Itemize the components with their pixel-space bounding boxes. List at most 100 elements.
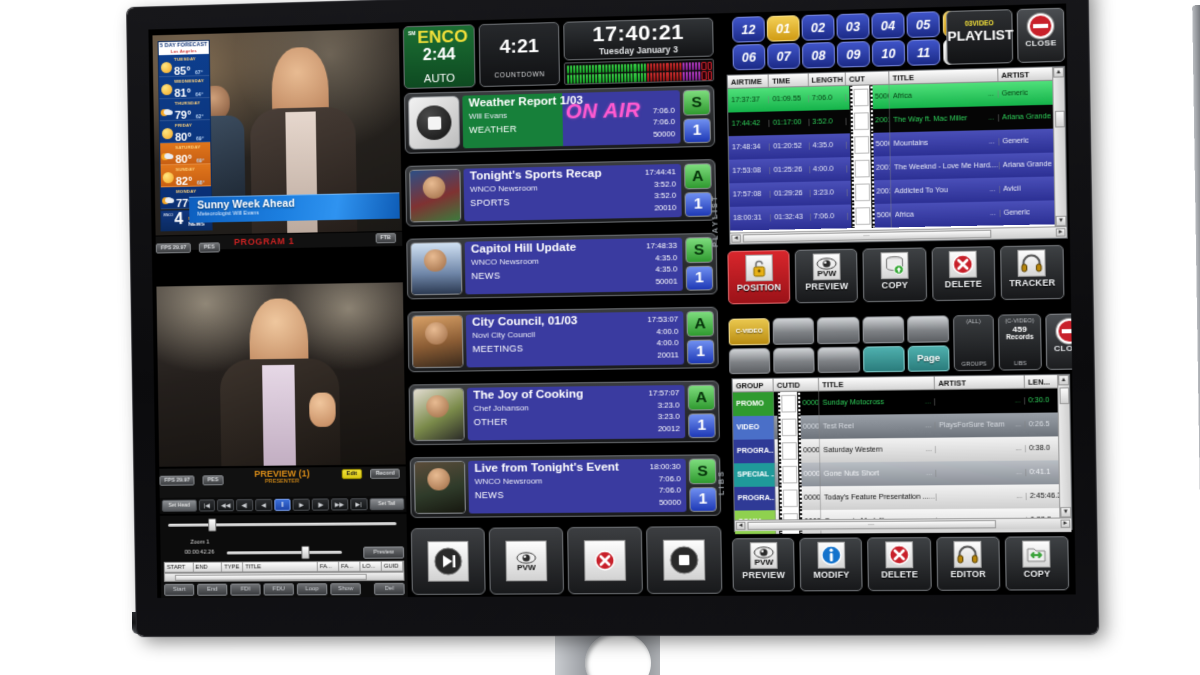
records-button[interactable]: (C-VIDEO) 459 Records LIBS [997,313,1042,371]
transport-controls[interactable]: Set Head |◀ ◀◀ ◀| ◀ || ▶ |▶ ▶▶ ▶| Set Tail [159,495,407,514]
scroll-right-arrow[interactable]: ► [1055,228,1066,237]
record-button[interactable]: Record [370,468,400,479]
transport-button-1[interactable]: |◀ [198,499,216,512]
item-side-buttons[interactable]: A1 [684,163,713,218]
editor-button-show[interactable]: Show [330,583,361,596]
rundown-item[interactable]: City Council, 01/03 Novi City Council MEET… [407,306,719,373]
item-status-button[interactable]: A [684,163,712,189]
editor-col-header[interactable]: FA... [317,561,340,572]
hour-button-10[interactable]: 10 [871,40,906,67]
preview-video-monitor[interactable] [156,282,406,467]
hour-button-04[interactable]: 04 [871,12,905,39]
transport-button-2[interactable]: ◀◀ [217,499,235,512]
zoom-slider-track[interactable] [226,550,342,555]
center-button-delete-x[interactable] [567,526,643,595]
item-channel-button[interactable]: 1 [686,338,715,365]
tracker-button[interactable]: TRACKER [999,244,1065,301]
lib-scroll-right-arrow[interactable]: ► [1060,519,1071,528]
transport-button-3[interactable]: ◀| [236,499,254,512]
program-video-monitor[interactable]: 5 DAY FORECAST Los Angeles TUESDAY 85° 67… [152,28,403,236]
library-row[interactable]: PROGRA... 00005 Today's Feature Presentati… [734,484,1072,511]
library-col-artist[interactable]: ARTIST [934,375,1025,390]
copy-button[interactable]: COPY [862,247,927,303]
lib-scroll-down-arrow[interactable]: ▼ [1060,507,1072,518]
category-pad-1[interactable] [772,317,815,345]
lib-scroll-up-arrow[interactable]: ▲ [1058,374,1070,386]
item-thumbnail[interactable] [409,168,462,223]
item-body[interactable]: City Council, 01/03 Novi City Council MEET… [465,311,685,368]
item-channel-button[interactable]: 1 [683,117,711,144]
category-pad-3[interactable] [862,316,905,343]
transport-button-5[interactable]: || [273,498,292,511]
editor-col-header[interactable]: TYPE [222,562,244,572]
lib-delete-button[interactable]: DELETE [867,537,932,592]
scroll-down-arrow[interactable]: ▼ [1055,215,1067,227]
category-pad-9[interactable]: Page [907,344,950,372]
editor-col-header[interactable]: LO... [360,561,382,571]
hscroll-thumb[interactable]: ⋯ [742,229,992,243]
item-side-buttons[interactable]: S1 [685,236,714,291]
lib-scroll-left-arrow[interactable]: ◄ [735,521,746,531]
scrub-slider-track[interactable] [168,522,397,527]
lib-modify-button[interactable]: MODIFY [799,537,864,592]
library-col-group[interactable]: GROUP [732,378,774,392]
hour-button-02[interactable]: 02 [801,14,835,41]
center-bottom-buttons[interactable]: PVW [410,526,723,595]
item-thumbnail[interactable] [411,314,464,369]
item-status-button[interactable]: S [685,236,713,263]
lib-editor-button[interactable]: EDITOR [935,536,1001,591]
hour-button-01[interactable]: 01 [766,15,800,42]
editor-col-header[interactable]: GUID [381,561,404,571]
close-playlist-button[interactable]: CLOSE [1016,7,1065,63]
transport-button-0[interactable]: Set Head [161,499,197,512]
editor-col-header[interactable]: START [164,562,194,572]
playlist-col-length[interactable]: LENGTH [808,72,847,86]
rundown-item[interactable]: The Joy of Cooking Chef Johanson OTHER 17:5… [408,380,720,446]
editor-col-header[interactable]: FA... [338,561,361,572]
playlist-grid[interactable]: AIRTIME TIME LENGTH CUT TITLE ARTIST 17:37:37… [726,65,1068,245]
center-button-skip-next[interactable] [410,527,486,595]
playlist-col-time[interactable]: TIME [768,73,809,87]
item-side-buttons[interactable]: A1 [686,310,715,365]
playlist-col-cut[interactable]: CUT [845,71,890,85]
scroll-thumb[interactable] [1054,110,1065,128]
item-status-button[interactable]: S [682,89,711,116]
hour-selector[interactable]: 120102030405060708091011ampm [731,8,1065,73]
category-pad-grid[interactable]: C-VIDEO Page [728,315,950,375]
library-row[interactable]: VIDEO 00002 Test Reel... PlaysForSure Team.… [733,412,1070,440]
category-pad-0[interactable]: C-VIDEO [728,318,771,345]
category-pad-7[interactable] [817,346,860,373]
item-side-buttons[interactable]: S1 [682,89,711,144]
library-grid[interactable]: GROUP CUTID TITLE ARTIST LEN... PROMO 00001 Su… [731,373,1073,535]
item-side-buttons[interactable]: A1 [687,384,716,439]
editor-col-header[interactable]: TITLE [243,562,318,572]
rundown-item[interactable]: Capitol Hill Update WNCO Newsroom NEWS 17:4… [406,232,718,300]
item-thumbnail[interactable] [412,387,465,442]
library-grid-body[interactable]: PROMO 00001 Sunday Motocross...... 0:30.0 VI… [732,388,1072,535]
item-channel-button[interactable]: 1 [688,412,716,439]
lib-hscroll-thumb[interactable]: ⋯ [747,520,996,530]
library-action-buttons[interactable]: PVW PREVIEW MODIFY DELETE EDITOR COPY [731,536,1070,592]
rundown-item[interactable]: Tonight's Sports Recap WNCO Newsroom SPORT… [405,159,717,227]
scrub-slider-knob[interactable] [208,518,217,532]
delete-button[interactable]: DELETE [931,246,996,302]
editor-button-fdu[interactable]: FDU [263,583,294,596]
item-thumbnail[interactable] [410,241,463,296]
item-body[interactable]: Weather Report 1/03 Will Evans WEATHER ON A… [462,90,681,149]
category-pad-5[interactable] [728,347,771,375]
item-status-button[interactable]: A [687,384,716,411]
playlist-vscrollbar[interactable]: ▲ ▼ [1052,66,1067,238]
ftb-button[interactable]: FTB [375,232,397,244]
editor-col-header[interactable]: END [193,562,223,572]
lib-scroll-thumb[interactable] [1059,387,1070,405]
hour-button-08[interactable]: 08 [801,41,836,69]
item-body[interactable]: Tonight's Sports Recap WNCO Newsroom SPORT… [463,163,682,222]
hour-button-05[interactable]: 05 [906,11,940,38]
item-side-buttons[interactable]: S1 [688,458,717,512]
hour-button-07[interactable]: 07 [767,42,801,70]
category-pad-8[interactable] [862,345,905,373]
scroll-left-arrow[interactable]: ◄ [731,234,741,243]
hour-button-11[interactable]: 11 [906,39,941,66]
library-col-title[interactable]: TITLE [819,376,936,391]
category-pad-2[interactable] [817,316,860,344]
